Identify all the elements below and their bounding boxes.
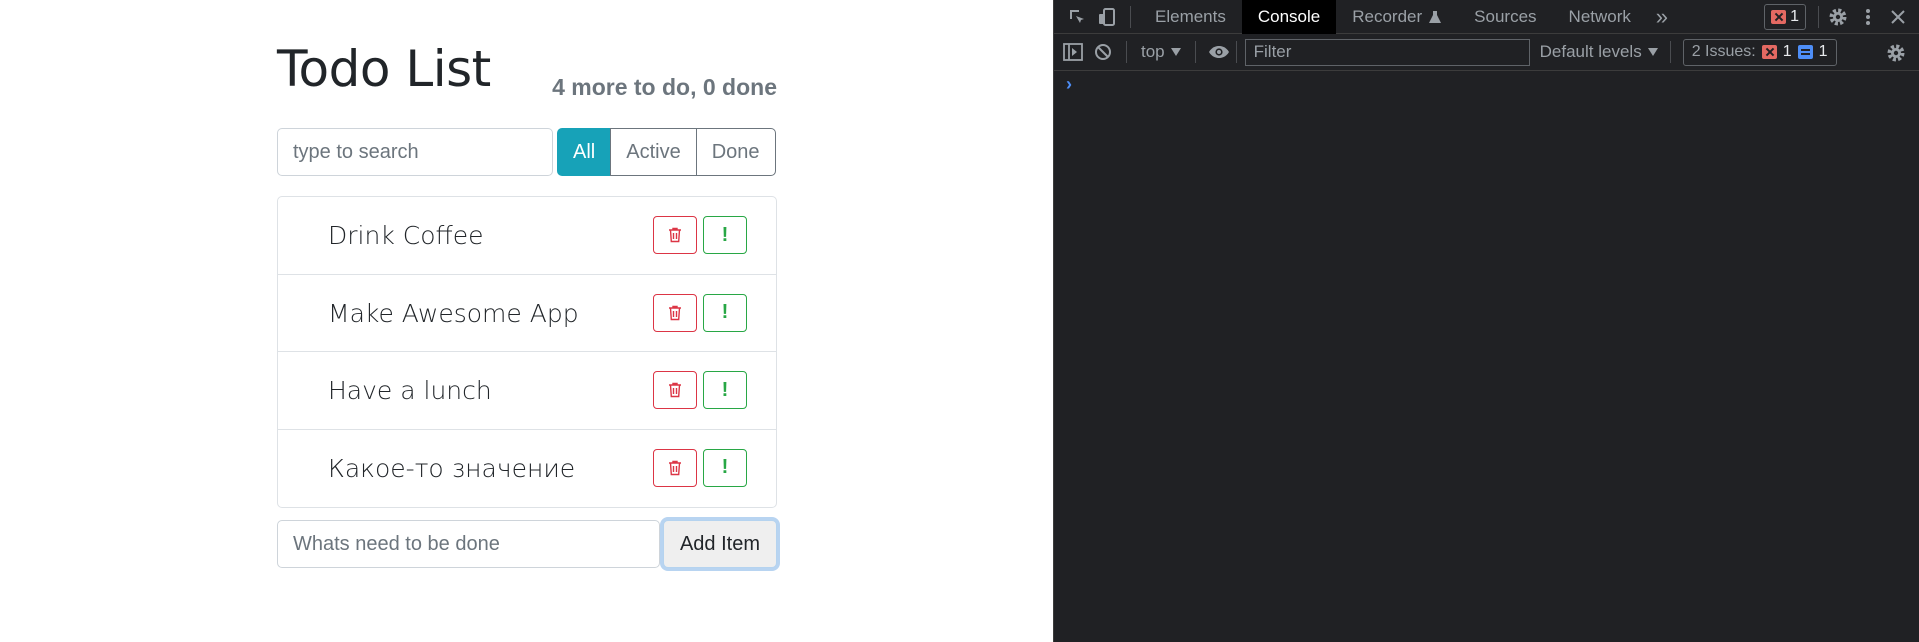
new-item-input[interactable] — [277, 520, 660, 568]
list-item: Have a lunch ! — [278, 352, 776, 430]
delete-button[interactable] — [653, 448, 697, 487]
separator — [1818, 6, 1819, 28]
more-options-icon[interactable] — [1853, 2, 1883, 32]
page-title: Todo List — [277, 40, 491, 98]
error-icon — [1771, 10, 1787, 24]
error-count-badge[interactable]: 1 — [1764, 4, 1806, 30]
todo-item-label[interactable]: Have a lunch — [328, 352, 492, 429]
tab-recorder[interactable]: Recorder — [1336, 0, 1458, 34]
flask-icon — [1429, 10, 1442, 23]
todo-item-label[interactable]: Drink Coffee — [328, 197, 483, 274]
todo-list: Drink Coffee ! Make Awesome App ! Have a… — [277, 196, 777, 508]
clear-console-icon[interactable] — [1088, 37, 1118, 67]
error-icon — [1761, 45, 1777, 59]
eye-icon[interactable] — [1204, 37, 1234, 67]
more-tabs-icon[interactable]: » — [1647, 2, 1677, 32]
delete-button[interactable] — [653, 293, 697, 332]
mark-important-button[interactable]: ! — [703, 216, 747, 254]
console-filter-input[interactable] — [1244, 38, 1530, 66]
context-selector[interactable]: top — [1135, 42, 1187, 62]
mark-important-button[interactable]: ! — [703, 371, 747, 409]
tab-elements[interactable]: Elements — [1139, 0, 1242, 34]
devtools-tabbar: Elements Console Recorder Sources Networ… — [1054, 0, 1919, 34]
list-item: Какое-то значение ! — [278, 430, 776, 508]
exclamation-icon: ! — [721, 223, 729, 246]
delete-button[interactable] — [653, 216, 697, 254]
inspect-element-icon[interactable] — [1062, 2, 1092, 32]
log-levels-label: Default levels — [1539, 42, 1642, 61]
dropdown-arrow-icon — [1170, 48, 1181, 56]
device-toolbar-icon[interactable] — [1092, 2, 1122, 32]
trash-icon — [669, 460, 681, 475]
issues-info-count: 1 — [1818, 43, 1828, 60]
issues-button[interactable]: 2 Issues: 1 1 — [1682, 38, 1837, 66]
tab-network[interactable]: Network — [1553, 0, 1647, 34]
list-item: Make Awesome App ! — [278, 275, 776, 352]
devtools-panel: Elements Console Recorder Sources Networ… — [1053, 0, 1919, 642]
mark-important-button[interactable]: ! — [703, 293, 747, 332]
console-output[interactable]: › — [1054, 72, 1919, 642]
settings-gear-icon[interactable] — [1823, 2, 1853, 32]
mark-important-button[interactable]: ! — [703, 448, 747, 487]
separator — [1194, 41, 1196, 63]
error-count: 1 — [1790, 8, 1799, 25]
tab-sources[interactable]: Sources — [1458, 0, 1552, 34]
separator — [1235, 41, 1237, 63]
devtools-tabbar-right: 1 — [1764, 0, 1919, 34]
separator — [1669, 41, 1671, 63]
log-levels-dropdown[interactable]: Default levels — [1540, 42, 1658, 62]
trash-icon — [669, 382, 681, 398]
todo-item-label[interactable]: Make Awesome App — [328, 275, 579, 352]
app-header: Todo List 4 more to do, 0 done — [277, 38, 777, 108]
dropdown-arrow-icon — [1647, 48, 1658, 56]
list-item: Drink Coffee ! — [278, 197, 776, 275]
delete-button[interactable] — [653, 371, 697, 409]
issues-label: 2 Issues: — [1691, 43, 1756, 60]
sidebar-toggle-icon[interactable] — [1058, 37, 1088, 67]
search-panel: All Active Done — [277, 128, 777, 176]
add-item-button[interactable]: Add Item — [663, 520, 777, 568]
exclamation-icon: ! — [721, 456, 729, 478]
trash-icon — [669, 305, 681, 320]
separator — [1126, 41, 1127, 63]
issues-error-count: 1 — [1782, 43, 1792, 60]
console-prompt-icon: › — [1066, 74, 1072, 94]
message-icon — [1797, 45, 1813, 59]
filter-done-button[interactable]: Done — [695, 128, 776, 176]
exclamation-icon: ! — [721, 378, 729, 401]
filter-all-button[interactable]: All — [557, 128, 612, 176]
exclamation-icon: ! — [721, 301, 729, 323]
tab-console[interactable]: Console — [1241, 0, 1337, 34]
todo-app: Todo List 4 more to do, 0 done All Activ… — [0, 0, 1053, 642]
close-icon[interactable] — [1883, 2, 1913, 32]
separator — [1130, 5, 1131, 28]
trash-icon — [669, 227, 681, 243]
console-toolbar: top Default levels 2 Issues: 1 1 — [1054, 34, 1919, 71]
add-item-form: Add Item — [277, 520, 777, 568]
filter-active-button[interactable]: Active — [610, 128, 697, 176]
tab-recorder-label: Recorder — [1352, 6, 1423, 26]
context-label: top — [1141, 42, 1165, 61]
status-filter: All Active Done — [557, 128, 776, 176]
todo-item-label[interactable]: Какое-то значение — [328, 430, 575, 507]
search-input[interactable] — [277, 128, 553, 176]
console-settings-gear-icon[interactable] — [1881, 38, 1911, 68]
todo-stats: 4 more to do, 0 done — [552, 74, 777, 100]
